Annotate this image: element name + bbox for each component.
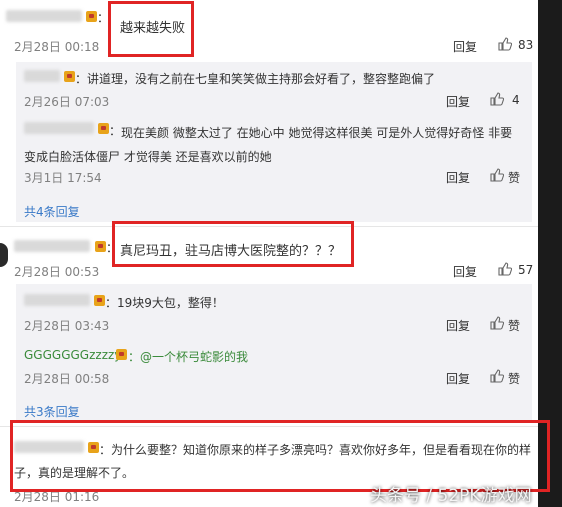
reply-time: 2月26日 07:03 <box>24 95 110 109</box>
reply-button[interactable]: 回复 <box>453 38 477 55</box>
reply-button[interactable]: 回复 <box>446 169 470 186</box>
member-badge-icon <box>64 71 75 82</box>
more-replies-link[interactable]: 共3条回复 <box>24 403 80 420</box>
like-label[interactable]: 赞 <box>508 370 520 387</box>
reply-time: 2月28日 03:43 <box>24 319 110 333</box>
reply-time: 3月1日 17:54 <box>24 171 102 185</box>
like-count: 57 <box>518 263 534 277</box>
member-badge-icon <box>86 11 97 22</box>
like-thumb-icon[interactable] <box>490 92 504 106</box>
like-thumb-icon[interactable] <box>498 262 512 276</box>
like-label[interactable]: 赞 <box>508 169 520 186</box>
reply-name-colon: ： <box>105 296 118 310</box>
like-count: 4 <box>512 93 520 107</box>
reply-name-colon: ： <box>109 124 122 138</box>
reply-username[interactable]: GGGGGGGzzzzy <box>24 348 121 362</box>
reply-text: ：@一个杯弓蛇影的我 <box>128 350 249 364</box>
reply-time: 2月28日 00:58 <box>24 372 110 386</box>
reply-text-line2: 变成白脸活体僵尸 才觉得美 还是喜欢以前的她 <box>24 150 272 164</box>
avatar-name-blurred <box>24 70 60 82</box>
member-badge-icon <box>95 241 106 252</box>
comment-time: 2月28日 00:53 <box>14 265 100 279</box>
member-badge-icon <box>94 295 105 306</box>
like-count: 83 <box>518 38 534 52</box>
like-thumb-icon[interactable] <box>490 369 504 383</box>
reply-button[interactable]: 回复 <box>446 93 470 110</box>
watermark: 头条号 / 52PK游戏网 <box>370 486 532 506</box>
like-thumb-icon[interactable] <box>490 168 504 182</box>
reply-text-line1: 现在美颜 微整太过了 在她心中 她觉得这样很美 可是外人觉得好奇怪 非要 <box>121 126 513 140</box>
member-badge-icon <box>116 349 127 360</box>
avatar-name-blurred <box>14 240 90 252</box>
member-badge-icon <box>98 123 109 134</box>
like-thumb-icon[interactable] <box>490 316 504 330</box>
reply-button[interactable]: 回复 <box>446 370 470 387</box>
avatar <box>0 243 8 267</box>
reply-name-colon: ： <box>75 72 88 86</box>
more-replies-link[interactable]: 共4条回复 <box>24 203 80 220</box>
like-label[interactable]: 赞 <box>508 317 520 334</box>
highlight-box <box>112 221 354 267</box>
reply-text: 讲道理，没有之前在七皇和笑笑做主持那会好看了，整容整跑偏了 <box>87 72 436 86</box>
avatar-name-blurred <box>24 122 94 134</box>
comment-time: 2月28日 00:18 <box>14 40 100 54</box>
reply-button[interactable]: 回复 <box>446 317 470 334</box>
avatar-name-blurred <box>24 294 90 306</box>
like-thumb-icon[interactable] <box>498 37 512 51</box>
reply-button[interactable]: 回复 <box>453 263 477 280</box>
highlight-box <box>108 1 194 57</box>
reply-text: 19块9大包，整得！ <box>117 296 224 310</box>
avatar-name-blurred <box>6 10 82 22</box>
